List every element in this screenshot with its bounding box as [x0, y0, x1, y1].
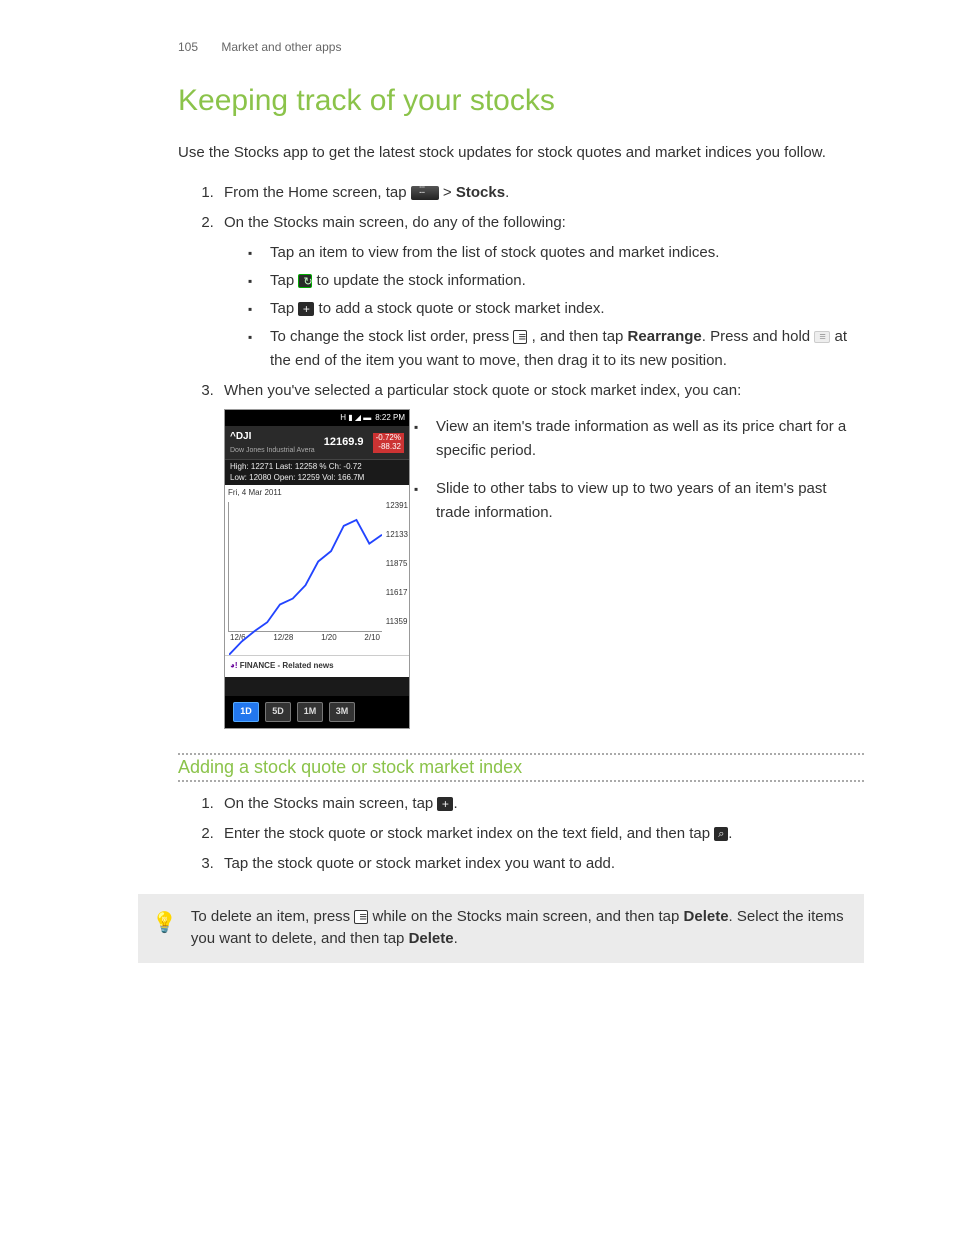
step-2b-text-a: Tap — [270, 272, 298, 289]
chart-plot-area: 12391 12133 11875 11617 11359 — [228, 502, 382, 632]
intro-paragraph: Use the Stocks app to get the latest sto… — [178, 142, 864, 165]
step-3-text: When you've selected a particular stock … — [224, 382, 741, 399]
step-3a-text: View an item's trade information as well… — [436, 418, 846, 459]
signal-icon: H ▮ ◢ ▬ — [340, 412, 371, 425]
stocks-app-label: Stocks — [456, 184, 505, 201]
section-name: Market and other apps — [221, 40, 341, 54]
chart-y-labels: 12391 12133 11875 11617 11359 — [386, 500, 408, 629]
phone-screenshot: H ▮ ◢ ▬ 8:22 PM ^DJI Dow Jones Industria… — [224, 409, 410, 729]
page-header: 105 Market and other apps — [178, 40, 864, 54]
yahoo-icon: ◕! — [230, 661, 238, 670]
y-tick: 12391 — [386, 500, 408, 513]
subsection-title: Adding a stock quote or stock market ind… — [178, 757, 864, 778]
tab-1m[interactable]: 1M — [297, 702, 323, 722]
menu-icon — [513, 330, 527, 344]
step-2d-text-d: . Press and hold — [702, 328, 815, 345]
stock-symbol: ^DJI — [230, 429, 315, 445]
step-2-text: On the Stocks main screen, do any of the… — [224, 214, 566, 231]
stats-line-1: High: 12271 Last: 12258 % Ch: -0.72 — [230, 462, 404, 472]
step-3-row: H ▮ ◢ ▬ 8:22 PM ^DJI Dow Jones Industria… — [224, 409, 864, 729]
menu-icon — [354, 910, 368, 924]
tab-3m[interactable]: 3M — [329, 702, 355, 722]
step-2b-text-b: to update the stock information. — [312, 272, 525, 289]
step-3a: View an item's trade information as well… — [430, 415, 864, 463]
change-abs: -88.32 — [376, 443, 401, 452]
y-tick: 11875 — [386, 558, 408, 571]
document-page: 105 Market and other apps Keeping track … — [0, 0, 954, 1003]
related-news-bar: ◕! FINANCE - Related news — [225, 655, 409, 677]
y-tick: 11617 — [386, 587, 408, 600]
page-title: Keeping track of your stocks — [178, 84, 864, 118]
step-2b: Tap to update the stock information. — [264, 269, 864, 293]
phone-status-bar: H ▮ ◢ ▬ 8:22 PM — [225, 410, 409, 427]
sub-step-3-text: Tap the stock quote or stock market inde… — [224, 855, 615, 872]
sub-step-1: On the Stocks main screen, tap . — [218, 792, 864, 816]
stock-price: 12169.9 — [324, 434, 364, 452]
step-3b-text: Slide to other tabs to view up to two ye… — [436, 480, 827, 521]
stock-header: ^DJI Dow Jones Industrial Avera 12169.9 … — [225, 426, 409, 460]
step-2a-text: Tap an item to view from the list of sto… — [270, 244, 719, 261]
step-1-text-a: From the Home screen, tap — [224, 184, 411, 201]
step-2d-text-b: , and then tap — [527, 328, 627, 345]
delete-label: Delete — [684, 908, 729, 925]
stats-line-2: Low: 12080 Open: 12259 Vol: 166.7M — [230, 473, 404, 483]
stock-stats: High: 12271 Last: 12258 % Ch: -0.72 Low:… — [225, 460, 409, 485]
page-number: 105 — [178, 40, 198, 54]
y-tick: 12133 — [386, 529, 408, 542]
drag-handle-icon — [814, 331, 830, 343]
section-divider: Adding a stock quote or stock market ind… — [178, 753, 864, 782]
tip-box: 💡 To delete an item, press while on the … — [138, 894, 864, 963]
status-time: 8:22 PM — [375, 412, 405, 425]
sub-step-1-b: . — [453, 795, 457, 812]
step-2c-text-b: to add a stock quote or stock market ind… — [314, 300, 604, 317]
tip-f: . — [454, 930, 458, 947]
tab-1d[interactable]: 1D — [233, 702, 259, 722]
delete-label-2: Delete — [409, 930, 454, 947]
sub-step-2-a: Enter the stock quote or stock market in… — [224, 825, 714, 842]
refresh-icon — [298, 274, 312, 288]
rearrange-label: Rearrange — [628, 328, 702, 345]
plus-icon — [437, 797, 453, 811]
stock-name: Dow Jones Industrial Avera — [230, 445, 315, 456]
step-2: On the Stocks main screen, do any of the… — [218, 211, 864, 373]
step-3: When you've selected a particular stock … — [218, 379, 864, 729]
step-2c-text-a: Tap — [270, 300, 298, 317]
step-1-text-b: > — [443, 184, 456, 201]
search-icon — [714, 827, 728, 841]
step-1-text-d: . — [505, 184, 509, 201]
step-3-sublist: View an item's trade information as well… — [430, 415, 864, 525]
plus-icon — [298, 302, 314, 316]
step-2d-text-a: To change the stock list order, press — [270, 328, 513, 345]
sub-step-2-b: . — [728, 825, 732, 842]
stock-chart: Fri, 4 Mar 2011 12391 12133 11875 11617 … — [225, 485, 409, 655]
step-3-side: View an item's trade information as well… — [430, 409, 864, 539]
stock-symbol-block: ^DJI Dow Jones Industrial Avera — [230, 429, 315, 456]
subsection-steps: On the Stocks main screen, tap . Enter t… — [178, 792, 864, 876]
tip-b: while on the Stocks main screen, and the… — [368, 908, 683, 925]
step-2-sublist: Tap an item to view from the list of sto… — [224, 241, 864, 373]
step-1: From the Home screen, tap > Stocks. — [218, 181, 864, 205]
main-steps-list: From the Home screen, tap > Stocks. On t… — [178, 181, 864, 729]
lightbulb-icon: 💡 — [152, 906, 177, 951]
tab-5d[interactable]: 5D — [265, 702, 291, 722]
chart-date: Fri, 4 Mar 2011 — [228, 487, 406, 500]
stock-change: -0.72% -88.32 — [373, 433, 404, 453]
chart-line-svg — [229, 502, 382, 655]
sub-step-2: Enter the stock quote or stock market in… — [218, 822, 864, 846]
sub-step-1-a: On the Stocks main screen, tap — [224, 795, 437, 812]
step-3b: Slide to other tabs to view up to two ye… — [430, 477, 864, 525]
tip-text: To delete an item, press while on the St… — [191, 906, 850, 951]
step-2c: Tap to add a stock quote or stock market… — [264, 297, 864, 321]
chart-range-tabs: 1D 5D 1M 3M — [225, 696, 409, 728]
all-apps-icon — [411, 186, 439, 200]
y-tick: 11359 — [386, 616, 408, 629]
news-label: FINANCE - Related news — [240, 661, 334, 670]
sub-step-3: Tap the stock quote or stock market inde… — [218, 852, 864, 876]
tip-a: To delete an item, press — [191, 908, 354, 925]
step-2a: Tap an item to view from the list of sto… — [264, 241, 864, 265]
step-2d: To change the stock list order, press , … — [264, 325, 864, 373]
